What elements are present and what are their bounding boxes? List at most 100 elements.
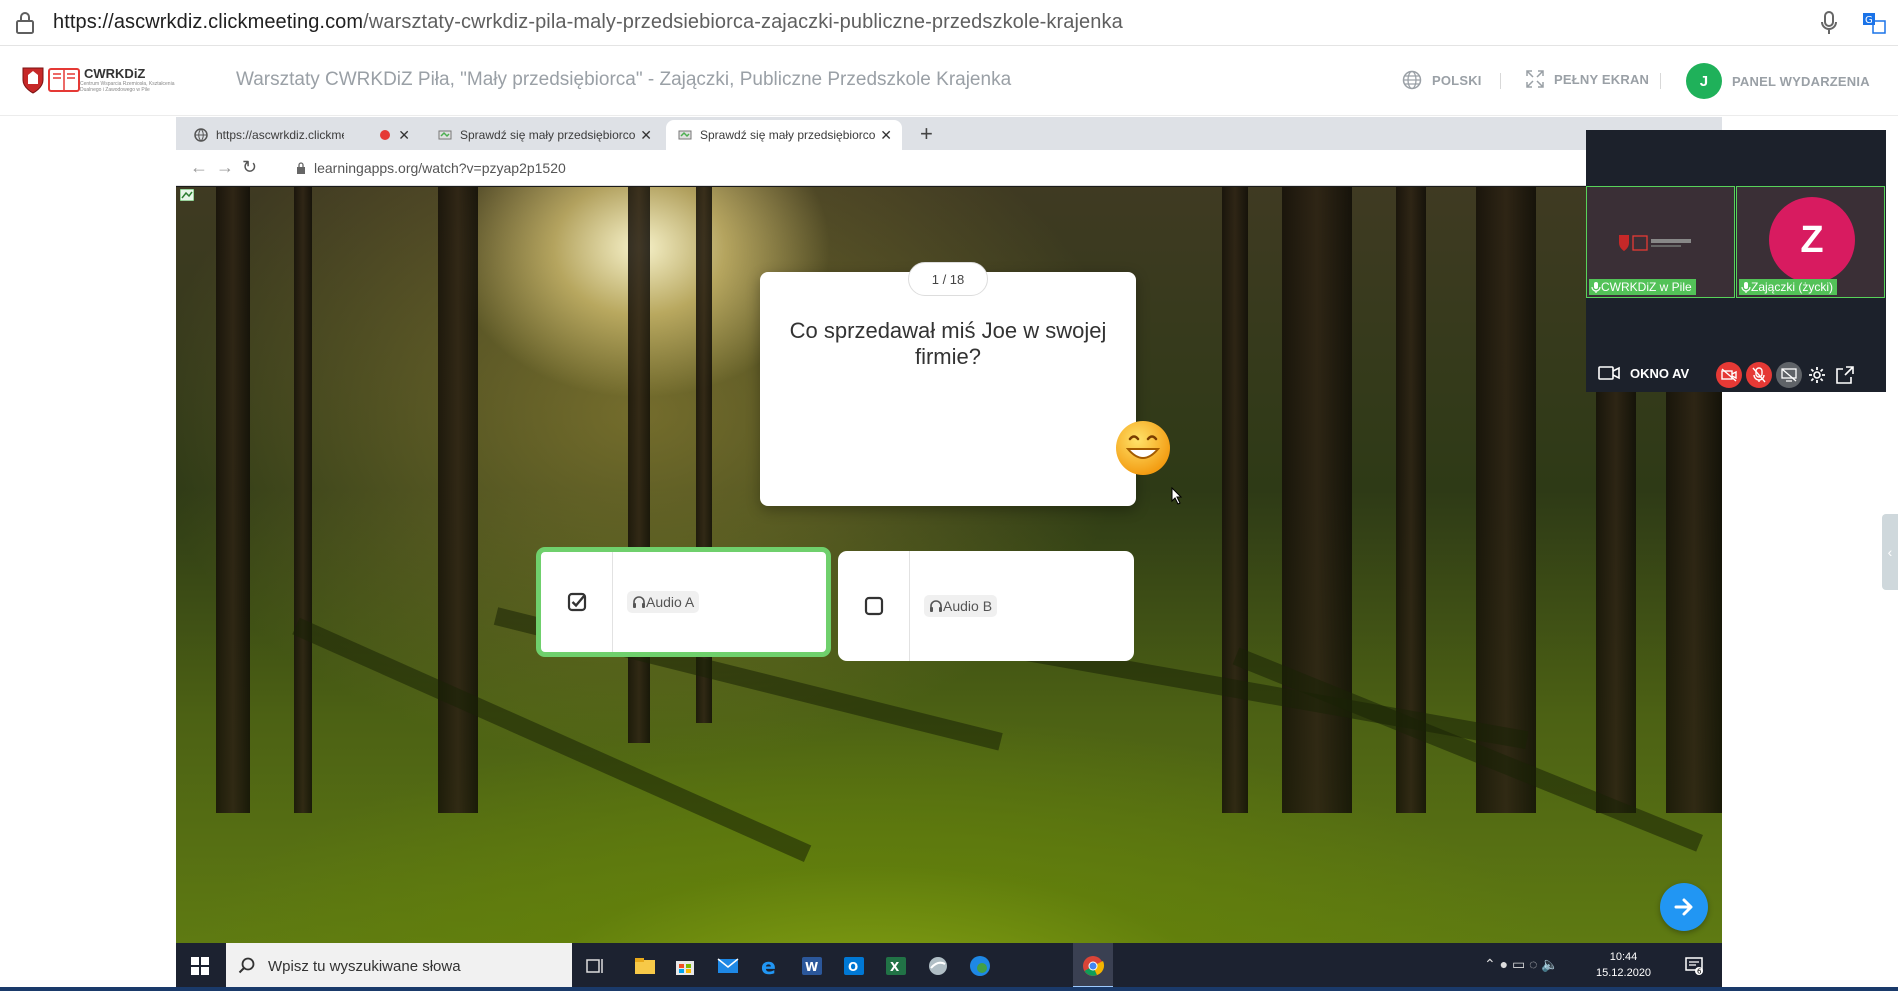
excel-icon[interactable]: X <box>884 954 908 978</box>
event-panel-button[interactable]: J PANEL WYDARZENIA <box>1686 63 1870 99</box>
tab-quiz-2-active[interactable]: Sprawdź się mały przedsiębiorco ✕ <box>666 120 902 150</box>
divider <box>1500 73 1501 89</box>
smiley-emoji-icon <box>1116 421 1170 475</box>
question-text: Co sprzedawał miś Joe w swojej firmie? <box>789 318 1107 370</box>
event-header: CWRKDiZ Centrum Wsparcia Rzemiosła, Kszt… <box>0 46 1898 116</box>
forward-arrow-icon[interactable]: → <box>216 157 234 178</box>
fullscreen-button[interactable]: PEŁNY EKRAN <box>1526 70 1649 88</box>
participant-tile[interactable]: CWRKDiZ w Pile <box>1586 186 1735 298</box>
windows-start-icon[interactable] <box>190 956 210 976</box>
taskbar-search-input[interactable]: Wpisz tu wyszukiwane słowa <box>226 943 572 989</box>
answer-option-b[interactable]: Audio B <box>838 551 1134 661</box>
url-field[interactable]: https://ascwrkdiz.clickmeeting.com/warsz… <box>53 11 1123 34</box>
av-toolbar: OKNO AV <box>1586 355 1886 395</box>
taskbar-clock[interactable]: 10:44 15.12.2020 <box>1596 949 1651 981</box>
inner-tab-strip: https://ascwrkdiz.clickmeetin ✕ Sprawdź … <box>176 117 1722 150</box>
learningapps-icon <box>438 130 452 140</box>
question-card: 1 / 18 Co sprzedawał miś Joe w swojej fi… <box>760 262 1136 506</box>
book-logo-icon <box>48 68 80 92</box>
participant-avatar: Z <box>1769 197 1855 283</box>
side-panel-toggle[interactable]: ‹ <box>1882 514 1898 590</box>
globe-icon <box>194 128 208 142</box>
close-icon[interactable]: ✕ <box>398 127 410 144</box>
tab-quiz-1[interactable]: Sprawdź się mały przedsiębiorco ✕ <box>426 120 662 150</box>
close-icon[interactable]: ✕ <box>880 127 892 144</box>
camera-off-icon <box>1721 368 1737 382</box>
notification-icon[interactable]: 6 <box>1684 955 1704 975</box>
tab-clickmeeting[interactable]: https://ascwrkdiz.clickmeetin ✕ <box>182 120 420 150</box>
new-tab-icon[interactable]: + <box>920 121 933 147</box>
audio-button[interactable]: Audio A <box>627 591 700 613</box>
answer-label: Audio A <box>646 594 695 610</box>
event-title: Warsztaty CWRKDiZ Piła, "Mały przedsiębi… <box>236 69 1012 90</box>
store-icon[interactable] <box>673 954 697 978</box>
bottom-edge <box>0 987 1898 991</box>
inner-url-field[interactable]: learningapps.org/watch?v=pzyap2p1520 <box>296 160 566 176</box>
translate-icon[interactable]: G <box>1862 12 1886 34</box>
lock-icon <box>297 162 305 174</box>
word-icon[interactable]: W <box>800 954 824 978</box>
edge-legacy-icon[interactable]: e <box>758 954 782 978</box>
tree-trunk <box>438 187 478 813</box>
question-counter: 1 / 18 <box>908 262 988 296</box>
search-icon <box>238 957 255 974</box>
microphone-icon[interactable] <box>1820 11 1838 35</box>
microphone-off-button[interactable] <box>1746 362 1772 388</box>
participant-name: CWRKDiZ w Pile <box>1601 280 1692 294</box>
clock-time: 10:44 <box>1609 951 1638 963</box>
url-path: /warsztaty-cwrkdiz-pila-maly-przedsiebio… <box>363 11 1123 33</box>
recording-dot-icon <box>380 130 390 140</box>
av-label-text: OKNO AV <box>1630 365 1690 381</box>
forest-background-image: 1 / 18 Co sprzedawał miś Joe w swojej fi… <box>176 187 1722 943</box>
inner-nav-bar: ← → ↻ learningapps.org/watch?v=pzyap2p15… <box>176 150 1722 186</box>
audio-button[interactable]: Audio B <box>924 595 998 617</box>
outlook-icon[interactable]: O <box>842 954 866 978</box>
logo-subtext: Centrum Wsparcia Rzemiosła, Kształcenia … <box>80 81 175 93</box>
back-arrow-icon[interactable]: ← <box>190 157 208 178</box>
checkbox-empty-icon[interactable] <box>838 551 910 661</box>
camera-off-button[interactable] <box>1716 362 1742 388</box>
organization-logo-thumbnail <box>1619 235 1691 251</box>
screen-share-off-button[interactable] <box>1776 362 1802 388</box>
divider <box>1660 73 1661 89</box>
close-icon[interactable]: ✕ <box>640 127 652 144</box>
participant-tile[interactable]: Z Zajączki (życki) <box>1736 186 1885 298</box>
logo-text: CWRKDiZ <box>84 66 146 81</box>
av-panel: CWRKDiZ w Pile Z Zajączki (życki) OKNO A… <box>1586 130 1886 392</box>
shared-screen: https://ascwrkdiz.clickmeetin ✕ Sprawdź … <box>176 117 1722 989</box>
language-label: POLSKI <box>1432 72 1482 88</box>
popout-button[interactable] <box>1832 362 1858 388</box>
organization-logo: CWRKDiZ Centrum Wsparcia Rzemiosła, Kszt… <box>22 62 182 98</box>
screen-share-off-icon <box>1781 368 1797 382</box>
app-badge-icon <box>180 189 194 201</box>
microphone-off-icon <box>1752 367 1766 383</box>
language-button[interactable]: POLSKI <box>1402 70 1482 90</box>
av-window-label: OKNO AV <box>1598 365 1689 381</box>
answer-option-a[interactable]: Audio A <box>536 547 831 657</box>
tree-trunk <box>1222 187 1248 813</box>
chrome-icon[interactable] <box>1081 954 1105 978</box>
expand-window-icon <box>1836 366 1854 384</box>
app-globe-icon[interactable] <box>926 954 950 978</box>
taskbar-search-placeholder: Wpisz tu wyszukiwane słowa <box>268 957 461 975</box>
tab-label: Sprawdź się mały przedsiębiorco <box>460 128 636 142</box>
system-tray-icons[interactable]: ⌃ ● ▭ ◌ 🔈 <box>1484 956 1559 973</box>
tree-trunk <box>294 187 312 813</box>
checkbox-checked-icon[interactable] <box>541 552 613 652</box>
svg-text:W: W <box>805 960 818 974</box>
settings-button[interactable] <box>1804 362 1830 388</box>
task-view-icon[interactable] <box>583 954 607 978</box>
headphones-icon <box>930 600 942 612</box>
edge-icon[interactable] <box>968 954 992 978</box>
tree-trunk <box>1282 187 1352 813</box>
next-button[interactable] <box>1660 883 1708 931</box>
reload-icon[interactable]: ↻ <box>242 157 257 178</box>
clock-date: 15.12.2020 <box>1596 967 1652 979</box>
mail-icon[interactable] <box>716 954 740 978</box>
gear-icon <box>1809 367 1825 383</box>
microphone-icon <box>1741 281 1751 293</box>
crest-icon <box>22 67 44 94</box>
expand-icon <box>1526 70 1544 88</box>
file-explorer-icon[interactable] <box>633 954 657 978</box>
svg-text:G: G <box>1865 15 1873 26</box>
